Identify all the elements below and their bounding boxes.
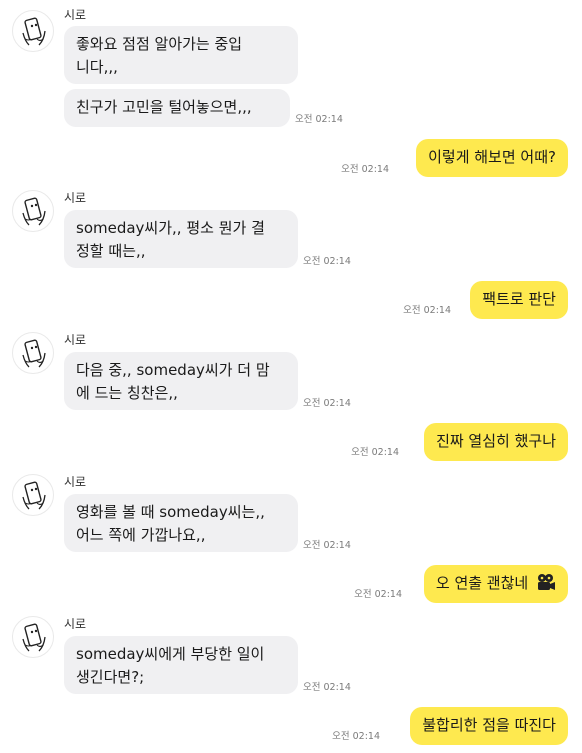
outgoing-message-bubble[interactable]: 진짜 열심히 했구나 — [424, 423, 568, 461]
message-timestamp: 오전 02:14 — [303, 540, 351, 551]
avatar-character-icon — [22, 197, 46, 226]
message-timestamp: 오전 02:14 — [303, 398, 351, 409]
sender-name: 시로 — [64, 191, 87, 205]
message-text: 팩트로 판단 — [482, 290, 556, 308]
film-projector-icon — [536, 573, 556, 598]
message-timestamp: 오전 02:14 — [332, 731, 380, 742]
message-text: 진짜 열심히 했구나 — [436, 432, 556, 450]
incoming-message-bubble[interactable]: 좋와요 점점 알아가는 중입 니다,,, — [64, 26, 298, 84]
message-line: 친구가 고민을 털어놓으면,,, — [76, 98, 252, 116]
sender-name: 시로 — [64, 475, 87, 489]
message-line: 에 드는 칭찬은,, — [76, 384, 178, 402]
message-line: 정할 때는,, — [76, 242, 146, 260]
message-line: 니다,,, — [76, 58, 118, 76]
message-timestamp: 오전 02:14 — [295, 114, 343, 125]
sender-name: 시로 — [64, 8, 87, 22]
avatar[interactable] — [12, 616, 54, 658]
avatar-character-icon — [22, 481, 46, 510]
sender-name: 시로 — [64, 333, 87, 347]
outgoing-message-bubble[interactable]: 불합리한 점을 따진다 — [410, 707, 568, 745]
message-line: 생긴다면?; — [76, 668, 145, 686]
message-line: someday씨에게 부당한 일이 — [76, 645, 265, 663]
outgoing-message-bubble[interactable]: 오 연출 괜찮네 — [423, 565, 568, 603]
incoming-message-bubble[interactable]: 친구가 고민을 털어놓으면,,, — [64, 89, 290, 127]
message-text: 오 연출 괜찮네 — [435, 574, 529, 592]
avatar[interactable] — [12, 474, 54, 516]
message-text: 불합리한 점을 따진다 — [422, 716, 556, 734]
avatar-character-icon — [22, 17, 46, 46]
message-line: 어느 쪽에 가깝나요,, — [76, 526, 206, 544]
avatar-character-icon — [22, 623, 46, 652]
message-timestamp: 오전 02:14 — [303, 682, 351, 693]
incoming-message-bubble[interactable]: someday씨가,, 평소 뭔가 결 정할 때는,, — [64, 210, 298, 268]
outgoing-message-bubble[interactable]: 이렇게 해보면 어때? — [416, 139, 568, 177]
avatar[interactable] — [12, 190, 54, 232]
message-line: 다음 중,, someday씨가 더 맘 — [76, 361, 270, 379]
message-line: 좋와요 점점 알아가는 중입 — [76, 35, 243, 53]
sender-name: 시로 — [64, 617, 87, 631]
message-text: 이렇게 해보면 어때? — [428, 148, 556, 166]
outgoing-message-bubble[interactable]: 팩트로 판단 — [470, 281, 568, 319]
message-timestamp: 오전 02:14 — [403, 305, 451, 316]
message-timestamp: 오전 02:14 — [351, 447, 399, 458]
avatar[interactable] — [12, 10, 54, 52]
incoming-message-bubble[interactable]: 영화를 볼 때 someday씨는,, 어느 쪽에 가깝나요,, — [64, 494, 298, 552]
message-timestamp: 오전 02:14 — [303, 256, 351, 267]
incoming-message-bubble[interactable]: 다음 중,, someday씨가 더 맘 에 드는 칭찬은,, — [64, 352, 298, 410]
message-line: someday씨가,, 평소 뭔가 결 — [76, 219, 265, 237]
avatar-character-icon — [22, 339, 46, 368]
message-timestamp: 오전 02:14 — [354, 589, 402, 600]
message-line: 영화를 볼 때 someday씨는,, — [76, 503, 265, 521]
incoming-message-bubble[interactable]: someday씨에게 부당한 일이 생긴다면?; — [64, 636, 298, 694]
message-timestamp: 오전 02:14 — [341, 164, 389, 175]
avatar[interactable] — [12, 332, 54, 374]
